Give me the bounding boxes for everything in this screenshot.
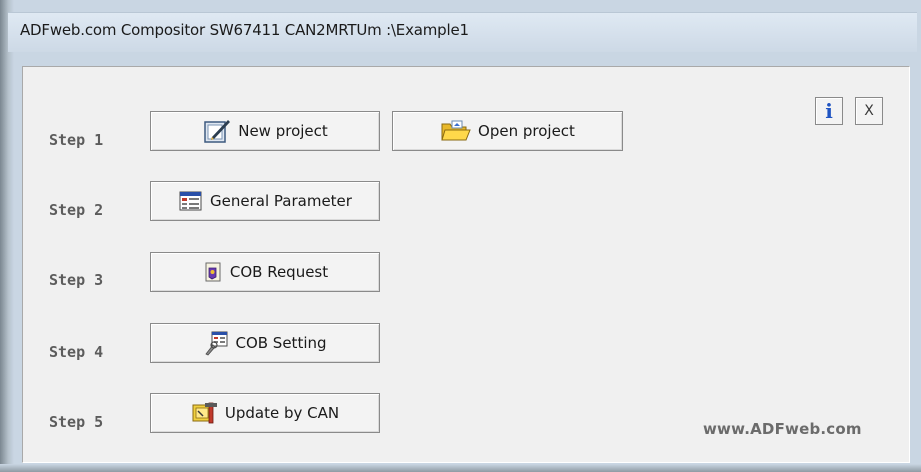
update-by-can-label: Update by CAN	[224, 404, 340, 422]
step-1-label: Step 1	[49, 131, 104, 149]
website-link[interactable]: www.ADFweb.com	[703, 420, 862, 438]
window-title: ADFweb.com Compositor SW67411 CAN2MRTUm …	[20, 21, 469, 39]
cob-setting-icon	[205, 331, 228, 356]
general-parameter-label: General Parameter	[210, 192, 352, 210]
info-icon: i	[825, 99, 833, 123]
step-4-label: Step 4	[49, 343, 104, 361]
step-2-label: Step 2	[49, 201, 104, 219]
window-frame: ADFweb.com Compositor SW67411 CAN2MRTUm …	[0, 0, 921, 472]
window-shadow-left	[0, 0, 14, 472]
title-bar[interactable]: ADFweb.com Compositor SW67411 CAN2MRTUm …	[8, 12, 917, 52]
parameter-table-icon	[179, 191, 202, 211]
open-folder-icon	[441, 120, 471, 141]
window-shadow-bottom	[0, 464, 921, 472]
open-project-label: Open project	[478, 122, 575, 140]
new-project-icon	[204, 120, 231, 143]
open-project-button[interactable]: Open project	[392, 111, 623, 151]
cob-setting-label: COB Setting	[235, 334, 327, 352]
close-button[interactable]: X	[855, 97, 883, 125]
general-parameter-button[interactable]: General Parameter	[150, 181, 380, 221]
new-project-label: New project	[238, 122, 328, 140]
step-5-label: Step 5	[49, 413, 104, 431]
info-button[interactable]: i	[815, 97, 843, 125]
cob-setting-button[interactable]: COB Setting	[150, 323, 380, 363]
cob-request-icon	[205, 262, 221, 282]
step-3-label: Step 3	[49, 271, 104, 289]
cob-request-button[interactable]: COB Request	[150, 252, 380, 292]
update-tools-icon	[192, 402, 217, 424]
update-by-can-button[interactable]: Update by CAN	[150, 393, 380, 433]
close-icon: X	[864, 103, 874, 119]
cob-request-label: COB Request	[229, 263, 329, 281]
new-project-button[interactable]: New project	[150, 111, 380, 151]
